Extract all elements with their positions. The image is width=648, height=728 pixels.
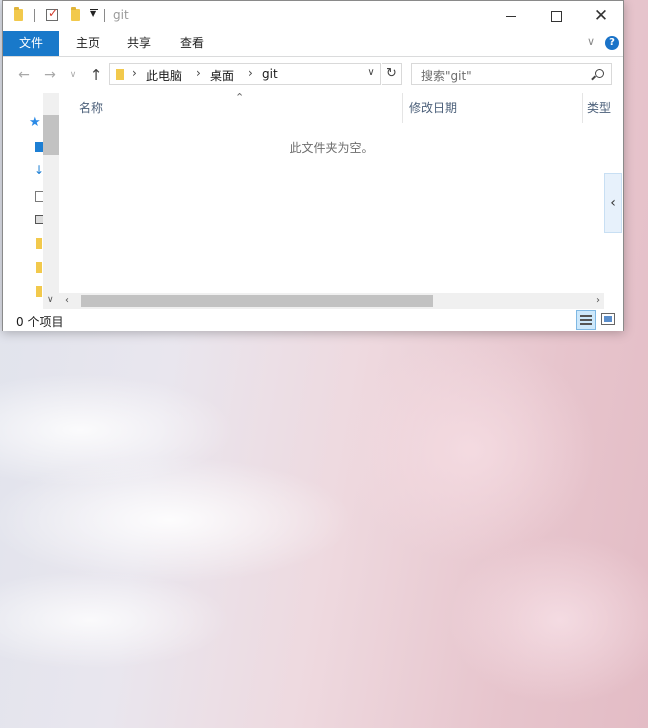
- forward-button[interactable]: →: [40, 65, 60, 85]
- details-view-icon: [580, 315, 592, 317]
- address-dropdown-icon[interactable]: ∨: [363, 63, 379, 85]
- column-header-modified[interactable]: 修改日期: [403, 93, 583, 123]
- title-separator: [104, 9, 105, 22]
- recent-locations-icon[interactable]: ∨: [63, 65, 83, 85]
- folder-icon[interactable]: [36, 262, 42, 273]
- quick-access-star-icon[interactable]: ★: [29, 115, 41, 130]
- back-button[interactable]: ←: [14, 65, 34, 85]
- details-view-icon: [580, 319, 592, 321]
- folder-icon[interactable]: [36, 238, 42, 249]
- column-header-name[interactable]: ⌃ 名称: [59, 91, 403, 123]
- navigation-pane[interactable]: ★ ↓ ∨: [3, 93, 59, 309]
- breadcrumb-this-pc[interactable]: 此电脑: [146, 67, 182, 84]
- quick-access-dropdown-icon[interactable]: ▼: [90, 9, 99, 18]
- navigation-bar: ← → ∨ ↑ › 此电脑 › 桌面 › git ∨ ↻ 搜索"git": [3, 57, 623, 93]
- details-view-icon: [580, 323, 592, 325]
- title-separator: [34, 9, 35, 22]
- breadcrumb-separator[interactable]: ›: [196, 66, 201, 80]
- status-bar: 0 个项目: [3, 309, 623, 331]
- search-placeholder: 搜索"git": [421, 69, 472, 83]
- scroll-down-icon[interactable]: ∨: [47, 295, 54, 305]
- window-title: git: [113, 8, 129, 22]
- minimize-button[interactable]: [488, 1, 534, 31]
- scroll-right-icon[interactable]: ›: [596, 293, 600, 309]
- folder-icon: [14, 7, 23, 21]
- column-type-label: 类型: [587, 101, 612, 115]
- maximize-button[interactable]: [533, 1, 579, 31]
- preview-pane-toggle[interactable]: ‹: [604, 173, 622, 233]
- search-input[interactable]: 搜索"git": [411, 63, 612, 85]
- properties-icon[interactable]: [46, 6, 58, 21]
- search-icon[interactable]: [595, 69, 604, 78]
- breadcrumb-separator: ›: [132, 66, 137, 80]
- scroll-left-icon[interactable]: ‹: [65, 293, 69, 309]
- horizontal-scrollbar[interactable]: ‹ ›: [59, 293, 604, 309]
- maximize-icon: [550, 10, 562, 22]
- close-icon: ✕: [593, 5, 609, 26]
- column-modified-label: 修改日期: [409, 101, 458, 115]
- tab-home[interactable]: 主页: [69, 31, 107, 56]
- ribbon-expand-icon[interactable]: ∨: [587, 35, 595, 48]
- refresh-button[interactable]: ↻: [382, 63, 402, 85]
- column-name-label: 名称: [79, 101, 104, 115]
- minimize-icon: [506, 15, 516, 17]
- sort-ascending-icon: ⌃: [235, 91, 245, 104]
- details-view-button[interactable]: [576, 310, 596, 330]
- breadcrumb-desktop[interactable]: 桌面: [210, 67, 234, 84]
- large-icons-view-button[interactable]: [601, 313, 615, 325]
- help-icon[interactable]: ?: [605, 36, 619, 50]
- address-bar[interactable]: › 此电脑 › 桌面 › git: [109, 63, 381, 85]
- breadcrumb-separator[interactable]: ›: [248, 66, 253, 80]
- empty-folder-message: 此文件夹为空。: [289, 141, 374, 155]
- explorer-window: ▼ git ✕ 文件 主页 共享 查看 ∨ ? ← → ∨ ↑ › 此电脑 › …: [2, 0, 624, 331]
- up-button[interactable]: ↑: [86, 65, 106, 85]
- ribbon-tabs: 文件 主页 共享 查看 ∨ ?: [3, 31, 623, 57]
- horizontal-scroll-thumb[interactable]: [81, 295, 433, 307]
- chevron-left-icon: ‹: [610, 195, 616, 211]
- new-folder-icon[interactable]: [71, 7, 80, 21]
- tab-file[interactable]: 文件: [3, 31, 59, 56]
- folder-icon[interactable]: [36, 286, 42, 297]
- desktop-icon[interactable]: [35, 142, 43, 152]
- column-header-type[interactable]: 类型: [583, 93, 613, 123]
- tab-view[interactable]: 查看: [173, 31, 211, 56]
- breadcrumb-git[interactable]: git: [262, 67, 278, 81]
- close-button[interactable]: ✕: [578, 1, 624, 31]
- folder-icon: [116, 69, 124, 80]
- navpane-scroll-thumb[interactable]: [43, 115, 59, 155]
- title-bar: ▼ git ✕: [3, 1, 623, 31]
- item-count: 0 个项目: [16, 315, 64, 329]
- tab-share[interactable]: 共享: [120, 31, 158, 56]
- file-list[interactable]: ⌃ 名称 修改日期 类型 此文件夹为空。: [59, 91, 611, 291]
